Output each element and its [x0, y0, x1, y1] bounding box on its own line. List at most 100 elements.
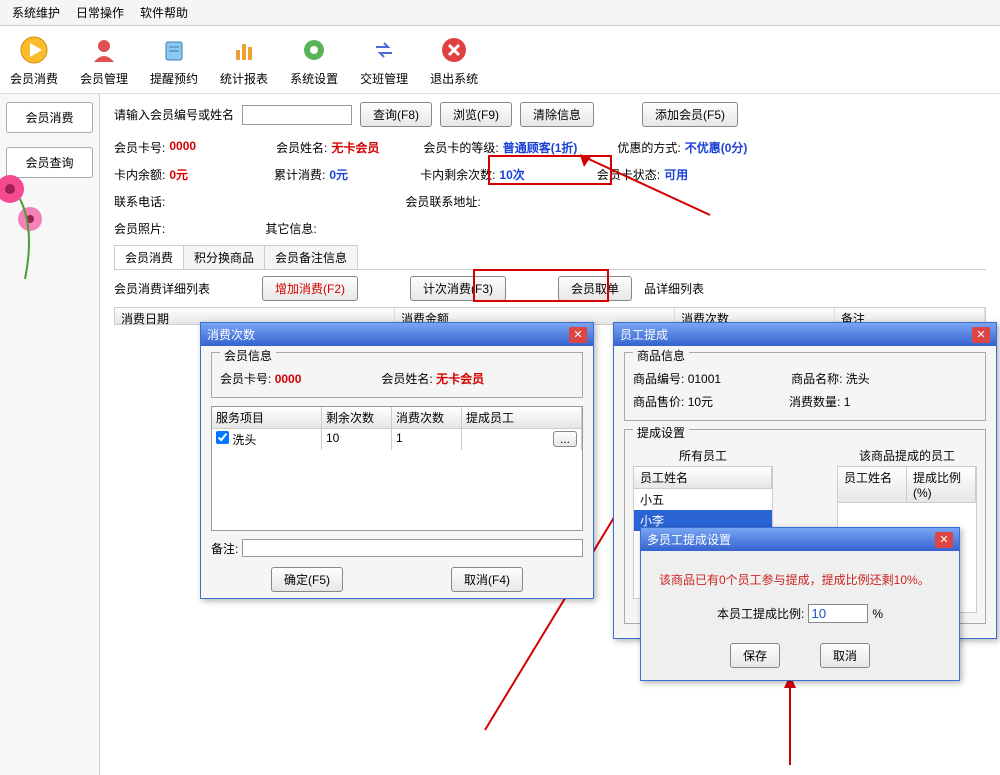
query-btn[interactable]: 查询(F8) [360, 102, 432, 127]
dialog1-close-btn[interactable]: ✕ [569, 327, 587, 343]
d3-save-btn[interactable]: 保存 [730, 643, 780, 668]
d2-left-title: 所有员工 [633, 447, 773, 464]
d2-pid-l: 商品编号: [633, 372, 684, 386]
tb-shift[interactable]: 交班管理 [360, 32, 408, 87]
d1-item: 洗头 [232, 433, 256, 447]
d2-price-l: 商品售价: [633, 395, 684, 409]
level-value: 普通顾客(1折) [503, 139, 578, 156]
swap-icon [370, 36, 398, 64]
tab-notes[interactable]: 会员备注信息 [264, 245, 358, 269]
add-member-btn[interactable]: 添加会员(F5) [642, 102, 738, 127]
search-label: 请输入会员编号或姓名 [114, 106, 234, 123]
d2-staff-row[interactable]: 小五 [634, 489, 772, 510]
d1-cancel-btn[interactable]: 取消(F4) [451, 567, 523, 592]
d1-row[interactable]: 洗头 10 1 ... [212, 429, 582, 450]
d3-cancel-btn[interactable]: 取消 [820, 643, 870, 668]
pref-value: 不优惠(0分) [685, 139, 748, 156]
d1-ok-btn[interactable]: 确定(F5) [271, 567, 343, 592]
dialog3-title[interactable]: 多员工提成设置 ✕ [641, 528, 959, 551]
balance-label: 卡内余额: [114, 166, 165, 183]
tb-member-manage[interactable]: 会员管理 [80, 32, 128, 87]
d1-name: 无卡会员 [436, 372, 484, 386]
card-no-value: 0000 [169, 139, 196, 156]
notepad-icon [160, 36, 188, 64]
balance-value: 0元 [169, 166, 188, 183]
d1-col1: 服务项目 [212, 407, 322, 428]
tab-points[interactable]: 积分换商品 [183, 245, 265, 269]
tb-member-consume[interactable]: 会员消费 [10, 32, 58, 87]
browse-btn[interactable]: 浏览(F9) [440, 102, 512, 127]
clear-btn[interactable]: 清除信息 [520, 102, 594, 127]
dialog2-close-btn[interactable]: ✕ [972, 327, 990, 343]
d1-card: 0000 [275, 372, 302, 386]
d1-table: 服务项目 剩余次数 消费次数 提成员工 洗头 10 1 ... [211, 406, 583, 531]
total-value: 0元 [329, 166, 348, 183]
goods-detail-label: 品详细列表 [644, 280, 704, 297]
dialog-multi-commission: 多员工提成设置 ✕ 该商品已有0个员工参与提成，提成比例还剩10%。 本员工提成… [640, 527, 960, 681]
d2-qty: 1 [844, 395, 851, 409]
dialog-consume-count: 消费次数 ✕ 会员信息 会员卡号: 0000 会员姓名: 无卡会员 服务项目 剩… [200, 322, 594, 599]
tb-remind[interactable]: 提醒预约 [150, 32, 198, 87]
menu-daily[interactable]: 日常操作 [72, 2, 128, 23]
photo-label: 会员照片: [114, 220, 165, 237]
d1-col3: 消费次数 [392, 407, 462, 428]
tb-label: 交班管理 [360, 70, 408, 87]
d3-ratio-input[interactable] [808, 604, 868, 623]
side-query[interactable]: 会员查询 [6, 147, 93, 178]
d1-col4: 提成员工 [462, 407, 582, 428]
remain-label: 卡内剩余次数: [420, 166, 495, 183]
dialog1-title-text: 消费次数 [207, 326, 255, 343]
add-consume-btn[interactable]: 增加消费(F2) [262, 276, 358, 301]
search-input[interactable] [242, 105, 352, 125]
tb-exit[interactable]: 退出系统 [430, 32, 478, 87]
cancel-order-btn[interactable]: 会员取单 [558, 276, 632, 301]
d1-staff-btn[interactable]: ... [553, 431, 577, 447]
sub-row: 会员消费详细列表 增加消费(F2) 计次消费(F3) 会员取单 品详细列表 [114, 276, 986, 301]
d1-col2: 剩余次数 [322, 407, 392, 428]
d1-consume[interactable]: 1 [392, 429, 462, 450]
d1-name-l: 会员姓名: [381, 372, 432, 386]
remain-value: 10次 [499, 166, 524, 183]
menu-sys[interactable]: 系统维护 [8, 2, 64, 23]
dialog2-title[interactable]: 员工提成 ✕ [614, 323, 996, 346]
d1-note-input[interactable] [242, 539, 583, 557]
menubar: 系统维护 日常操作 软件帮助 [0, 0, 1000, 26]
d1-row-check[interactable] [216, 431, 229, 444]
tb-settings[interactable]: 系统设置 [290, 32, 338, 87]
d2-qty-l: 消费数量: [789, 395, 840, 409]
d3-note: 该商品已有0个员工参与提成，提成比例还剩10%。 [659, 571, 941, 588]
d2-right-col1: 员工姓名 [838, 467, 907, 502]
d1-remain: 10 [322, 429, 392, 450]
card-no-label: 会员卡号: [114, 139, 165, 156]
flower-decoration-icon [0, 169, 60, 289]
dialog3-close-btn[interactable]: ✕ [935, 532, 953, 548]
other-label: 其它信息: [265, 220, 316, 237]
tb-stats[interactable]: 统计报表 [220, 32, 268, 87]
d2-right-title: 该商品提成的员工 [837, 447, 977, 464]
tab-consume[interactable]: 会员消费 [114, 245, 184, 269]
count-consume-btn[interactable]: 计次消费(F3) [410, 276, 506, 301]
tb-label: 提醒预约 [150, 70, 198, 87]
dialog1-title[interactable]: 消费次数 ✕ [201, 323, 593, 346]
tb-label: 会员管理 [80, 70, 128, 87]
tb-label: 会员消费 [10, 70, 58, 87]
d3-unit: % [872, 607, 883, 621]
detail-list-label: 会员消费详细列表 [114, 280, 210, 297]
search-row: 请输入会员编号或姓名 查询(F8) 浏览(F9) 清除信息 添加会员(F5) [114, 102, 986, 127]
side-pane: 会员消费 会员查询 [0, 94, 100, 775]
d1-note-l: 备注: [211, 540, 238, 557]
side-consume[interactable]: 会员消费 [6, 102, 93, 133]
chart-icon [230, 36, 258, 64]
user-icon [90, 36, 118, 64]
menu-help[interactable]: 软件帮助 [136, 2, 192, 23]
d2-right-col2: 提成比例(%) [907, 467, 976, 502]
d2-pname: 洗头 [846, 372, 870, 386]
total-label: 累计消费: [274, 166, 325, 183]
d2-price: 10元 [688, 395, 713, 409]
close-icon [440, 36, 468, 64]
tabs: 会员消费 积分换商品 会员备注信息 [114, 245, 986, 270]
d2-left-col: 员工姓名 [634, 467, 772, 488]
toolbar: 会员消费 会员管理 提醒预约 统计报表 系统设置 交班管理 退出系统 [0, 26, 1000, 94]
d1-group: 会员信息 [220, 347, 276, 364]
name-value: 无卡会员 [331, 139, 379, 156]
